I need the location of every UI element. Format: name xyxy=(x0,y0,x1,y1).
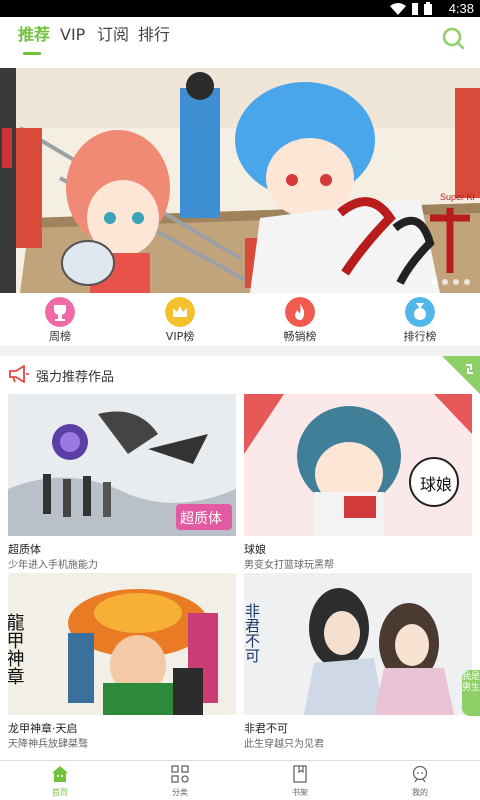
nav-bookshelf[interactable]: 书架 xyxy=(240,761,360,800)
nav-profile-label: 我的 xyxy=(412,788,428,797)
cover-image: 非君不可 xyxy=(244,573,472,715)
bottom-nav: 首页 分类 书架 我的 xyxy=(0,760,480,800)
banner-image: Super Ki xyxy=(0,68,480,293)
cover-image: 球娘 xyxy=(244,394,472,536)
nav-home-label: 首页 xyxy=(52,788,68,797)
section-title: 强力推荐作品 xyxy=(36,370,115,385)
nav-home[interactable]: 首页 xyxy=(0,761,120,800)
banner-dot[interactable] xyxy=(453,279,459,285)
comic-desc: 男变女打篮球玩黑帮 xyxy=(244,560,334,571)
nav-profile[interactable]: 我的 xyxy=(360,761,480,800)
banner-dot[interactable] xyxy=(431,279,437,285)
gender-switch-badge[interactable]: 我是男生 xyxy=(462,670,480,716)
banner-dot[interactable] xyxy=(442,279,448,285)
comic-cover[interactable]: 非君不可 xyxy=(244,573,472,715)
rank-vip-button[interactable]: VIP榜 xyxy=(120,293,240,346)
refresh-icon[interactable] xyxy=(442,356,480,394)
tab-subscribe[interactable]: 订阅 xyxy=(97,25,129,45)
comic-cover[interactable]: 超质体 xyxy=(8,394,236,536)
tab-recommend[interactable]: 推荐 xyxy=(18,25,50,45)
recommend-section: 强力推荐作品 超质体 超质体 少年进入手机施能力 球娘 球娘 男变女打篮球玩黑帮… xyxy=(0,356,480,760)
comic-cover[interactable]: 球娘 xyxy=(244,394,472,536)
comic-cover[interactable]: 龍甲神章 xyxy=(8,573,236,715)
signal-icon xyxy=(412,2,418,15)
comic-card[interactable]: 球娘 球娘 男变女打篮球玩黑帮 xyxy=(244,394,472,572)
cover-image: 超质体 xyxy=(8,394,236,536)
nav-category-label: 分类 xyxy=(172,788,188,797)
crown-icon xyxy=(165,297,195,327)
rank-bestseller-label: 畅销榜 xyxy=(283,330,317,343)
comic-title[interactable]: 龙甲神章·天启 xyxy=(8,720,78,736)
cover-text: 龍甲神章 xyxy=(8,613,25,685)
nav-bookshelf-label: 书架 xyxy=(292,788,308,797)
category-icon xyxy=(171,765,189,783)
rank-weekly-button[interactable]: 周榜 xyxy=(0,293,120,346)
status-icons xyxy=(390,2,432,15)
comic-card[interactable]: 超质体 超质体 少年进入手机施能力 xyxy=(8,394,236,572)
trophy-icon xyxy=(45,297,75,327)
rank-shortcuts: 周榜 VIP榜 畅销榜 排行榜 xyxy=(0,293,480,346)
comic-title[interactable]: 非君不可 xyxy=(244,720,288,736)
banner-image-text: Super Ki xyxy=(440,192,475,202)
fire-icon xyxy=(285,297,315,327)
nav-category[interactable]: 分类 xyxy=(120,761,240,800)
rank-overall-label: 排行榜 xyxy=(403,330,437,343)
comic-card[interactable]: 非君不可 非君不可 此生穿越只为见君 xyxy=(244,573,472,751)
section-header: 强力推荐作品 xyxy=(0,356,480,394)
status-bar: 4:38 xyxy=(0,0,480,17)
top-nav: 推荐 VIP 订阅 排行 xyxy=(0,17,480,68)
medal-icon xyxy=(405,297,435,327)
banner-carousel[interactable]: Super Ki xyxy=(0,68,480,293)
comic-title[interactable]: 超质体 xyxy=(8,541,41,557)
cover-text: 非君不可 xyxy=(244,603,261,663)
home-icon xyxy=(52,766,68,782)
active-tab-indicator xyxy=(23,52,41,55)
wifi-icon xyxy=(390,2,406,15)
tab-vip[interactable]: VIP xyxy=(60,25,85,45)
cover-image: 龍甲神章 xyxy=(8,573,236,715)
search-icon[interactable] xyxy=(440,25,466,51)
rank-vip-label: VIP榜 xyxy=(165,330,195,343)
rank-weekly-label: 周榜 xyxy=(49,330,71,343)
banner-indicator xyxy=(431,279,470,285)
comic-title[interactable]: 球娘 xyxy=(244,541,266,557)
comic-desc: 此生穿越只为见君 xyxy=(244,739,324,750)
comic-card[interactable]: 龍甲神章 龙甲神章·天启 天降神兵放肆桀骜 xyxy=(8,573,236,751)
bookshelf-icon xyxy=(293,765,307,783)
status-time: 4:38 xyxy=(448,1,474,16)
banner-dot[interactable] xyxy=(464,279,470,285)
comic-desc: 少年进入手机施能力 xyxy=(8,560,98,571)
comic-desc: 天降神兵放肆桀骜 xyxy=(8,739,88,750)
battery-icon xyxy=(424,2,432,15)
rank-bestseller-button[interactable]: 畅销榜 xyxy=(240,293,360,346)
cover-text: 球娘 xyxy=(420,475,452,494)
profile-icon xyxy=(412,765,428,783)
gender-switch-label: 我是男生 xyxy=(462,672,480,693)
cover-text: 超质体 xyxy=(180,511,222,527)
megaphone-icon xyxy=(9,365,29,383)
rank-overall-button[interactable]: 排行榜 xyxy=(360,293,480,346)
tab-ranking[interactable]: 排行 xyxy=(138,25,170,45)
